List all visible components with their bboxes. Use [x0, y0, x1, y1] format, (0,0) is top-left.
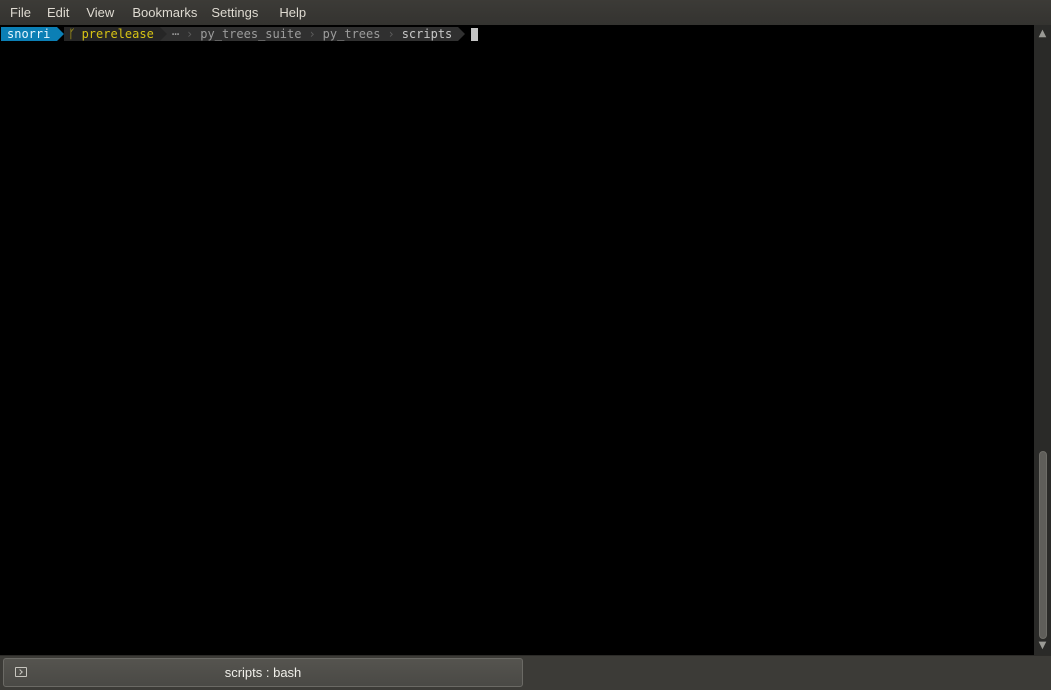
path-part-1: py_trees_suite	[200, 27, 302, 41]
tab-label: scripts : bash	[224, 665, 302, 680]
menu-edit[interactable]: Edit	[40, 0, 76, 25]
scroll-up-icon[interactable]: ▲	[1034, 27, 1051, 41]
scroll-track[interactable]	[1038, 41, 1047, 639]
menu-help[interactable]: Help	[272, 0, 313, 25]
menu-bookmarks[interactable]: Bookmarks	[125, 0, 204, 25]
vertical-scrollbar[interactable]: ▲ ▼	[1034, 25, 1051, 655]
scroll-thumb[interactable]	[1039, 451, 1047, 639]
prompt-git-segment: ᚴ prerelease	[64, 27, 160, 41]
prompt-username: snorri	[7, 27, 51, 41]
path-part-2: py_trees	[322, 27, 381, 41]
tab-bar: scripts : bash	[0, 655, 1051, 690]
path-ellipsis-icon: ⋯	[171, 27, 180, 41]
path-separator-icon: ›	[186, 27, 194, 41]
prompt-user-segment: snorri	[1, 27, 58, 41]
path-separator-icon: ›	[387, 27, 395, 41]
prompt-path-segment: ⋯ › py_trees_suite › py_trees › scripts	[166, 27, 459, 41]
powerline-arrow-icon	[458, 27, 466, 41]
konsole-window: File Edit View Bookmarks Settings Help s…	[0, 0, 1051, 690]
powerline-arrow-icon	[159, 27, 167, 41]
path-part-3: scripts	[401, 27, 453, 41]
menu-settings[interactable]: Settings	[204, 0, 265, 25]
prompt-branch-name: prerelease	[81, 27, 154, 41]
tab-scripts-bash[interactable]: scripts : bash	[3, 658, 523, 687]
git-branch-icon: ᚴ	[68, 27, 76, 41]
menu-view[interactable]: View	[79, 0, 121, 25]
menu-bar: File Edit View Bookmarks Settings Help	[0, 0, 1051, 25]
powerline-arrow-icon	[57, 27, 65, 41]
shell-prompt: snorri ᚴ prerelease ⋯ › py_trees_suite › py_t…	[1, 27, 479, 41]
menu-file[interactable]: File	[4, 0, 38, 25]
path-separator-icon: ›	[308, 27, 316, 41]
scroll-down-icon[interactable]: ▼	[1034, 639, 1051, 653]
text-cursor	[471, 27, 479, 41]
terminal-output[interactable]: snorri ᚴ prerelease ⋯ › py_trees_suite › py_t…	[0, 25, 1034, 655]
